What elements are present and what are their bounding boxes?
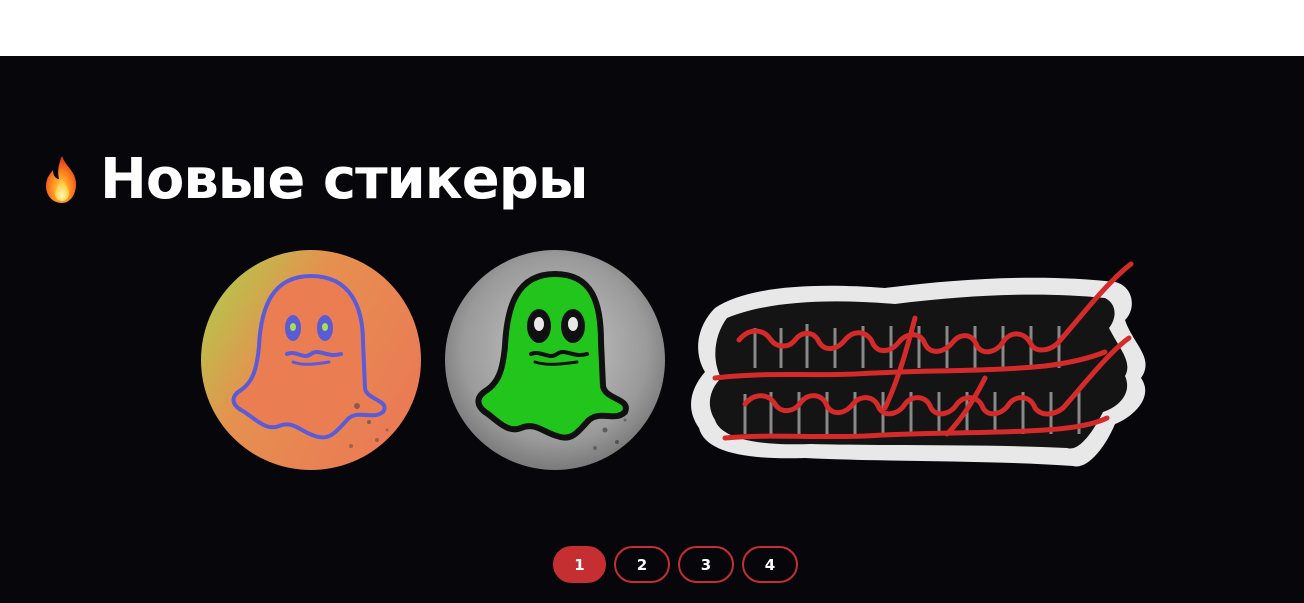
page-button-1[interactable]: 1 [553,546,606,583]
parental-advisory-sticker[interactable] [685,248,1155,474]
ghost-orange-sticker[interactable] [201,250,421,470]
page-button-2[interactable]: 2 [614,546,670,583]
top-bar [0,0,1304,56]
section-title: Новые стикеры [100,147,588,212]
ghost-green-sticker[interactable] [445,250,665,470]
page-button-3[interactable]: 3 [678,546,734,583]
pagination: 1234 [553,546,798,583]
fire-icon [38,154,86,206]
new-stickers-section: Новые стикеры 1 2 3 4 [0,56,1304,603]
page-button-4[interactable]: 4 [742,546,798,583]
section-header: Новые стикеры [38,148,588,212]
